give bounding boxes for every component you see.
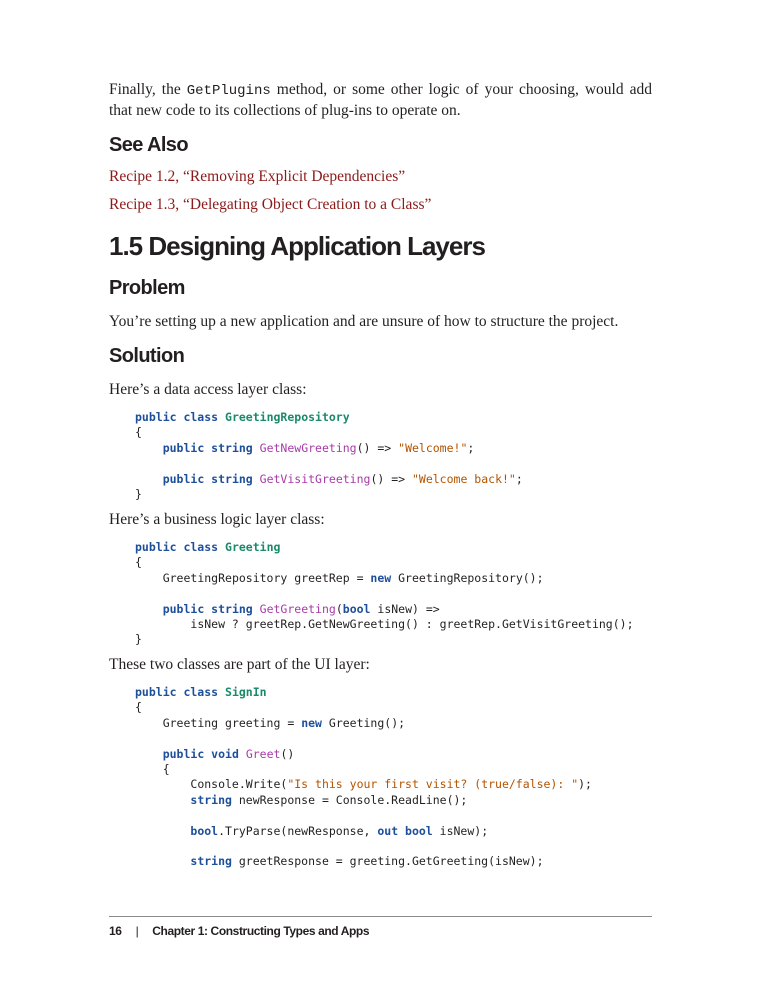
page-footer: 16 | Chapter 1: Constructing Types and App… <box>109 924 370 938</box>
intro-text-before: Finally, the <box>109 81 187 98</box>
footer-divider <box>109 916 652 917</box>
see-also-heading: See Also <box>109 134 189 156</box>
business-layer-intro: Here’s a business logic layer class: <box>109 511 325 528</box>
link-recipe-1-3[interactable]: Recipe 1.3, “Delegating Object Creation … <box>109 196 431 214</box>
code-block-signin: public class SignIn { Greeting greeting … <box>135 685 592 869</box>
link-recipe-1-2[interactable]: Recipe 1.2, “Removing Explicit Dependenc… <box>109 168 405 186</box>
chapter-title: Chapter 1: Constructing Types and Apps <box>152 924 370 938</box>
inline-code-getplugins: GetPlugins <box>186 83 271 99</box>
ui-layer-intro: These two classes are part of the UI lay… <box>109 656 370 673</box>
data-layer-intro: Here’s a data access layer class: <box>109 381 307 398</box>
problem-heading: Problem <box>109 277 185 299</box>
class-name: Greeting <box>225 540 281 554</box>
class-name: SignIn <box>225 685 267 699</box>
class-name: GreetingRepository <box>225 410 350 424</box>
page-number: 16 <box>109 924 122 938</box>
code-block-greeting-repository: public class GreetingRepository { public… <box>135 410 523 502</box>
intro-paragraph: Finally, the GetPlugins method, or some … <box>109 80 652 121</box>
solution-heading: Solution <box>109 345 185 367</box>
footer-separator: | <box>135 924 139 938</box>
section-title: 1.5 Designing Application Layers <box>109 231 486 261</box>
code-block-greeting: public class Greeting { GreetingReposito… <box>135 540 634 647</box>
problem-text: You’re setting up a new application and … <box>109 313 619 330</box>
